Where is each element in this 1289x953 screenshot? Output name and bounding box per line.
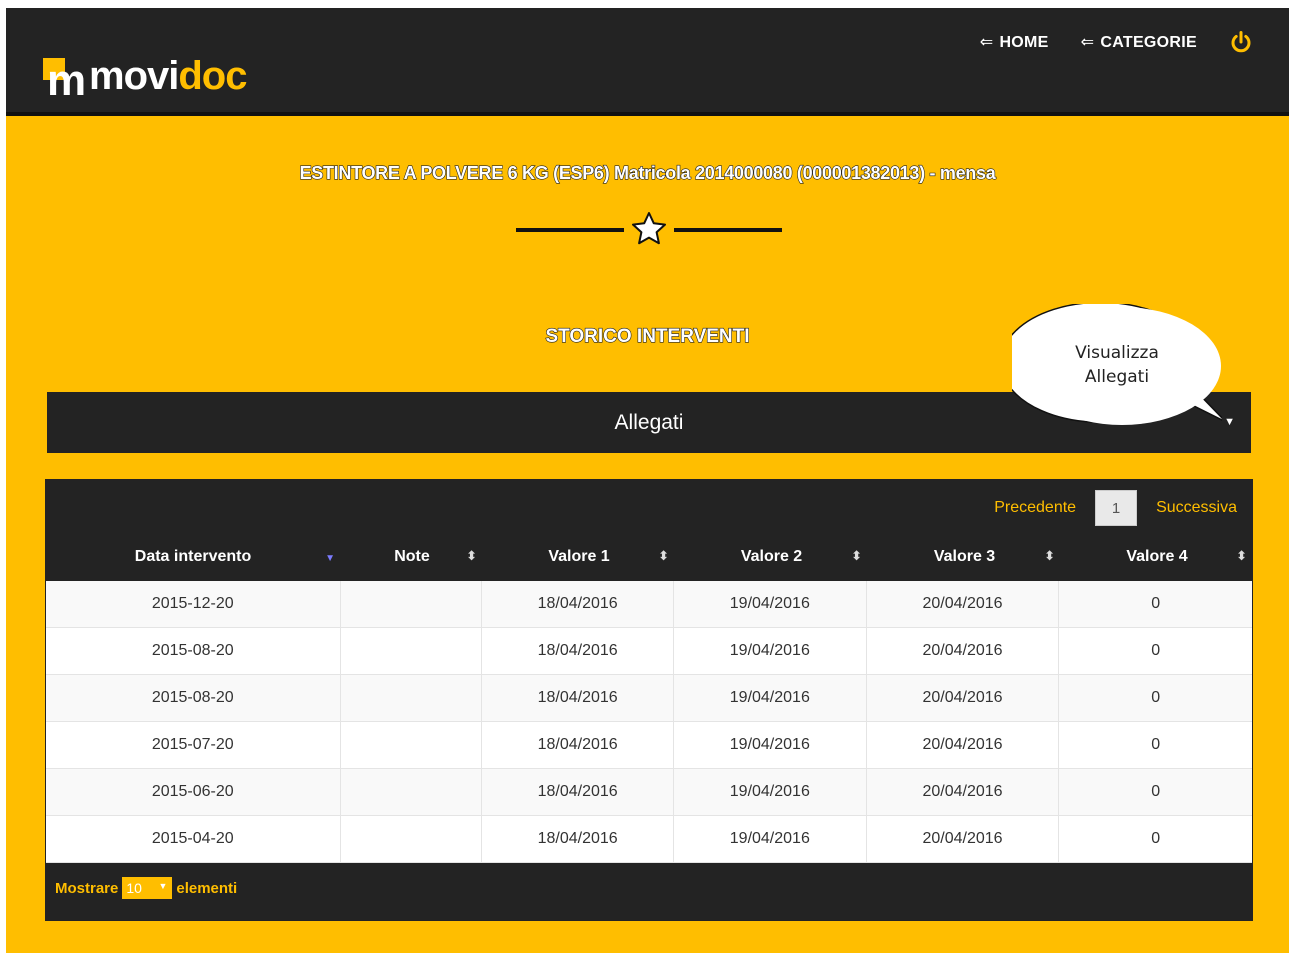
logo-mark: m [43,58,87,103]
cell-note [341,628,483,674]
cell-valore-1: 18/04/2016 [482,769,674,815]
cell-valore-4: 0 [1151,642,1161,659]
cell-note [341,722,483,768]
cell-valore-2: 19/04/2016 [674,581,867,627]
page-title: ESTINTORE A POLVERE 6 KG (ESP6) Matricol… [299,162,996,183]
cell-note [341,816,483,862]
cell-valore-3: 20/04/2016 [867,769,1060,815]
cell-valore-2: 19/04/2016 [674,675,867,721]
power-icon[interactable] [1229,30,1253,54]
star-divider-icon [516,212,782,245]
nav-home-link[interactable]: ⇐ HOME [980,32,1049,52]
cell-valore-1: 18/04/2016 [482,581,674,627]
table-row[interactable]: 2015-08-20 18/04/2016 19/04/2016 20/04/2… [46,675,1252,722]
cell-valore-4: 0 [1151,783,1161,800]
cell-data-intervento: 2015-08-20 [46,675,341,721]
cell-valore-3: 20/04/2016 [867,816,1060,862]
callout-text: Visualizza Allegati [1075,343,1159,387]
pagination-prev[interactable]: Precedente [994,499,1076,517]
sort-desc-icon: ▼ [325,553,335,564]
cell-note [341,769,483,815]
pagination-next[interactable]: Successiva [1156,499,1237,517]
caret-down-icon[interactable]: ▼ [1224,416,1235,428]
cell-valore-3: 20/04/2016 [867,675,1060,721]
cell-valore-1: 18/04/2016 [482,675,674,721]
cell-valore-4: 0 [1151,595,1161,612]
chevron-down-icon: ▼ [158,881,168,891]
top-nav: ⇐ HOME ⇐ CATEGORIE [980,30,1253,54]
top-navbar: m movidoc ⇐ HOME ⇐ CATEGORIE [6,8,1289,116]
cell-note [341,581,483,627]
cell-valore-3: 20/04/2016 [867,581,1060,627]
table-row[interactable]: 2015-07-20 18/04/2016 19/04/2016 20/04/2… [46,722,1252,769]
cell-valore-4: 0 [1151,689,1161,706]
column-note[interactable]: Note ⬍ [341,533,483,581]
sort-icon: ⬍ [851,548,862,563]
cell-data-intervento: 2015-06-20 [46,769,341,815]
nav-categorie-link[interactable]: ⇐ CATEGORIE [1081,32,1197,52]
table-row[interactable]: 2015-12-20 18/04/2016 19/04/2016 20/04/2… [46,581,1252,628]
cell-data-intervento: 2015-04-20 [46,816,341,862]
cell-valore-1: 18/04/2016 [482,816,674,862]
table-row[interactable]: 2015-04-20 18/04/2016 19/04/2016 20/04/2… [46,816,1252,863]
left-double-arrow-icon: ⇐ [979,34,994,51]
length-label-before: Mostrare [55,879,119,897]
cell-valore-3: 20/04/2016 [867,722,1060,768]
pagination-page-1[interactable]: 1 [1095,490,1138,526]
cell-valore-3: 20/04/2016 [867,628,1060,674]
table-body: 2015-12-20 18/04/2016 19/04/2016 20/04/2… [46,581,1252,863]
cell-valore-1: 18/04/2016 [482,628,674,674]
table-row[interactable]: 2015-06-20 18/04/2016 19/04/2016 20/04/2… [46,769,1252,816]
length-label-after: elementi [176,879,238,897]
page-length-select[interactable]: 10 ▼ [122,877,173,899]
cell-valore-2: 19/04/2016 [674,816,867,862]
page: m movidoc ⇐ HOME ⇐ CATEGORIE ESTINTORE A P… [6,8,1289,953]
pagination: Precedente 1 Successiva [994,490,1237,526]
cell-data-intervento: 2015-12-20 [46,581,341,627]
sort-icon: ⬍ [466,548,477,563]
cell-note [341,675,483,721]
column-valore-1[interactable]: Valore 1 ⬍ [483,533,675,581]
table-row[interactable]: 2015-08-20 18/04/2016 19/04/2016 20/04/2… [46,628,1252,675]
table-header: Data intervento ▼ Note ⬍ Valore 1 ⬍ Valore … [45,533,1253,581]
sort-icon: ⬍ [1236,548,1247,563]
sort-icon: ⬍ [1044,548,1055,563]
logo-text: movidoc [89,54,247,98]
column-valore-4[interactable]: Valore 4 ⬍ [1061,533,1253,581]
cell-valore-4: 0 [1151,830,1161,847]
cell-valore-1: 18/04/2016 [482,722,674,768]
cell-valore-2: 19/04/2016 [674,722,867,768]
cell-data-intervento: 2015-07-20 [46,722,341,768]
column-data-intervento[interactable]: Data intervento ▼ [45,533,341,581]
sort-icon: ⬍ [658,548,669,563]
left-double-arrow-icon: ⇐ [1080,34,1095,51]
table-length-control: Mostrare 10 ▼ elementi [55,877,237,899]
storico-table-panel: Precedente 1 Successiva Data intervento ▼… [45,479,1253,921]
cell-valore-2: 19/04/2016 [674,628,867,674]
cell-data-intervento: 2015-08-20 [46,628,341,674]
cell-valore-4: 0 [1151,736,1161,753]
movidoc-logo[interactable]: m movidoc [43,44,247,103]
cell-valore-2: 19/04/2016 [674,769,867,815]
column-valore-2[interactable]: Valore 2 ⬍ [675,533,868,581]
column-valore-3[interactable]: Valore 3 ⬍ [868,533,1061,581]
